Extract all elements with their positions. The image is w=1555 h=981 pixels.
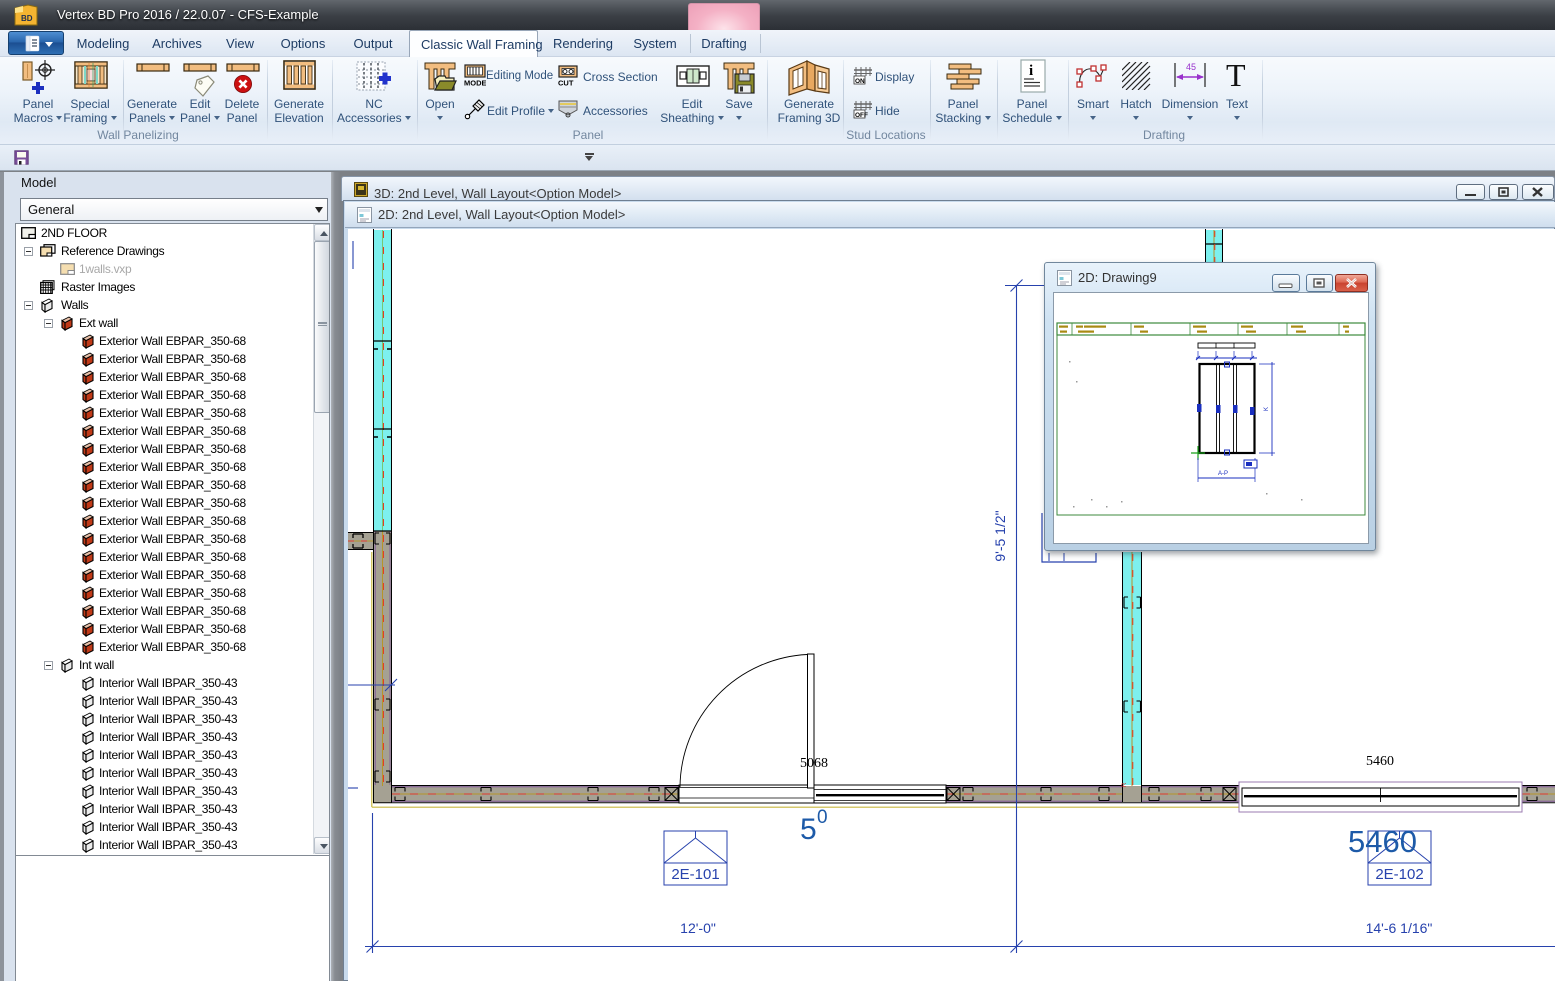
svg-text:2E-101: 2E-101 bbox=[671, 866, 719, 883]
svg-text:BD: BD bbox=[21, 14, 33, 23]
svg-text:T: T bbox=[1226, 59, 1246, 91]
svg-text:MODE: MODE bbox=[464, 79, 486, 87]
svg-text:K: K bbox=[1264, 407, 1270, 411]
svg-text:5068: 5068 bbox=[800, 756, 828, 771]
svg-text:0: 0 bbox=[817, 807, 828, 828]
svg-text:CUT: CUT bbox=[558, 79, 574, 87]
svg-text:9'-5 1/2": 9'-5 1/2" bbox=[992, 510, 1008, 561]
svg-text:5: 5 bbox=[800, 813, 817, 846]
svg-text:45: 45 bbox=[1186, 62, 1196, 72]
svg-text:5460: 5460 bbox=[1348, 824, 1417, 859]
svg-text:2E-102: 2E-102 bbox=[1375, 866, 1423, 883]
svg-text:5460: 5460 bbox=[1366, 754, 1394, 769]
svg-text:i: i bbox=[1029, 63, 1033, 79]
svg-text:R: R bbox=[1122, 782, 1128, 787]
svg-text:ON: ON bbox=[855, 78, 865, 85]
svg-text:A-P: A-P bbox=[1218, 471, 1228, 477]
svg-text:14'-6 1/16": 14'-6 1/16" bbox=[1366, 920, 1433, 936]
svg-text:12'-0": 12'-0" bbox=[680, 920, 716, 936]
